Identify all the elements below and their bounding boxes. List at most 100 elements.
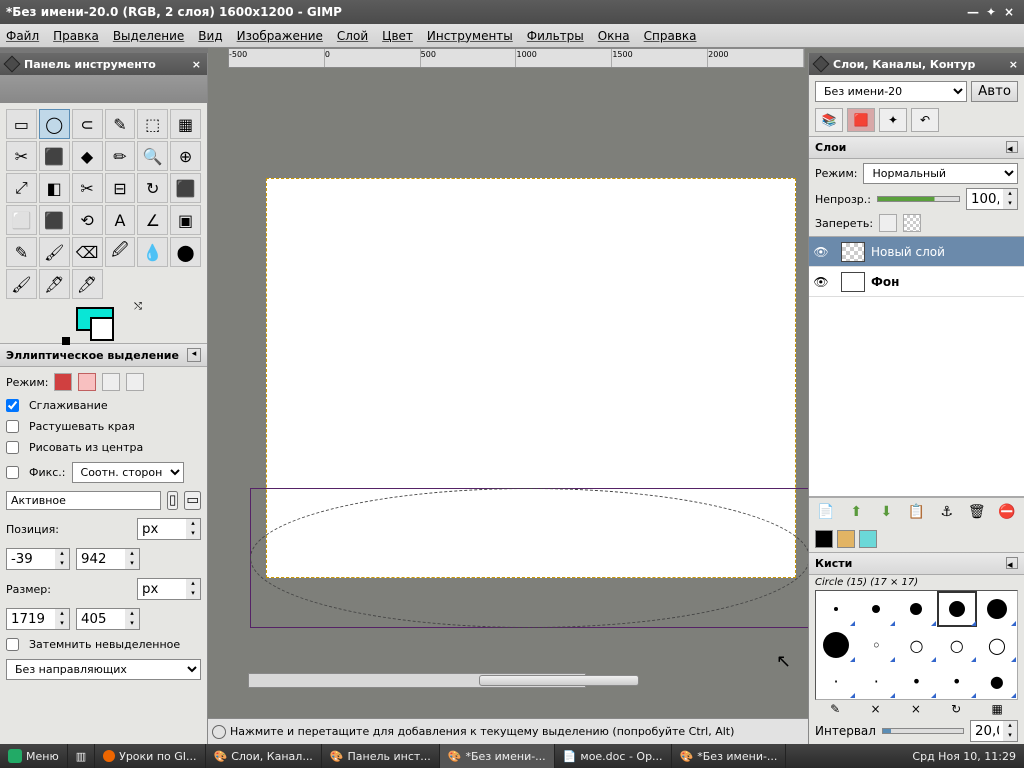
- size-w-input[interactable]: ▴▾: [6, 608, 70, 630]
- tool-button[interactable]: ⬛: [39, 205, 70, 235]
- tab-layers-icon[interactable]: 📚: [815, 108, 843, 132]
- anchor-layer-icon[interactable]: ⚓: [937, 502, 957, 522]
- menu-windows[interactable]: Окна: [598, 29, 630, 43]
- options-menu-icon[interactable]: ◂: [187, 348, 201, 362]
- menu-layer[interactable]: Слой: [337, 29, 368, 43]
- fixed-value-input[interactable]: [6, 491, 161, 510]
- brush-grid[interactable]: ◦○○◯ ··••●: [815, 590, 1018, 700]
- canvas[interactable]: ↖: [228, 68, 805, 703]
- tool-button[interactable]: ✎: [6, 237, 37, 267]
- fixed-select[interactable]: Соотн. сторон: [72, 462, 184, 483]
- raise-layer-icon[interactable]: ⬆: [846, 502, 866, 522]
- taskbar-item[interactable]: 📄мое.doc - Op...: [555, 744, 672, 768]
- visibility-icon[interactable]: 👁: [813, 275, 829, 289]
- menu-select[interactable]: Выделение: [113, 29, 184, 43]
- ellipse-selection[interactable]: [250, 488, 810, 628]
- layer-mode-select[interactable]: Нормальный: [863, 163, 1018, 184]
- tool-button[interactable]: ✏: [105, 141, 136, 171]
- tool-button[interactable]: A: [105, 205, 136, 235]
- tool-button[interactable]: ⬜: [6, 205, 37, 235]
- menu-image[interactable]: Изображение: [237, 29, 323, 43]
- tool-button[interactable]: ⬛: [170, 173, 201, 203]
- mode-subtract[interactable]: [102, 373, 120, 391]
- feather-checkbox[interactable]: Растушевать края: [6, 420, 201, 433]
- duplicate-layer-icon[interactable]: 📋: [906, 502, 926, 522]
- tool-button[interactable]: ⌫: [72, 237, 103, 267]
- tool-button[interactable]: ⤢: [6, 173, 37, 203]
- tool-button[interactable]: 💧: [137, 237, 168, 267]
- landscape-button[interactable]: ▭: [184, 491, 201, 510]
- tool-button[interactable]: ⊕: [170, 141, 201, 171]
- pattern-preview-icon[interactable]: [837, 530, 855, 548]
- tab-undo-icon[interactable]: ↶: [911, 108, 939, 132]
- tool-button[interactable]: ◆: [72, 141, 103, 171]
- menu-filters[interactable]: Фильтры: [527, 29, 584, 43]
- auto-button[interactable]: Авто: [971, 81, 1018, 102]
- layer-item[interactable]: 👁 Фон: [809, 267, 1024, 297]
- tool-button[interactable]: ▭: [6, 109, 37, 139]
- tool-button[interactable]: ↻: [137, 173, 168, 203]
- pos-x-input[interactable]: ▴▾: [6, 548, 70, 570]
- default-colors-icon[interactable]: [62, 337, 70, 345]
- pin-icon[interactable]: [813, 56, 830, 73]
- bg-color[interactable]: [90, 317, 114, 341]
- position-unit[interactable]: ▴▾: [137, 518, 201, 540]
- layers-close-icon[interactable]: ×: [1009, 58, 1018, 71]
- tool-button[interactable]: ⊂: [72, 109, 103, 139]
- tool-button[interactable]: ▣: [170, 205, 201, 235]
- taskbar-item[interactable]: 🎨Панель инст...: [322, 744, 440, 768]
- brush-x-icon[interactable]: ×: [870, 702, 880, 716]
- layer-item[interactable]: 👁 Новый слой: [809, 237, 1024, 267]
- brush-edit-icon[interactable]: ✎: [830, 702, 840, 716]
- antialias-checkbox[interactable]: Сглаживание: [6, 399, 201, 412]
- tool-button[interactable]: ⬚: [137, 109, 168, 139]
- horizontal-scrollbar[interactable]: [248, 673, 586, 688]
- new-layer-icon[interactable]: 📄: [816, 502, 836, 522]
- menu-edit[interactable]: Правка: [53, 29, 99, 43]
- layer-name[interactable]: Новый слой: [871, 245, 945, 259]
- lock-pixels-icon[interactable]: [879, 214, 897, 232]
- mode-replace[interactable]: [54, 373, 72, 391]
- taskbar-item[interactable]: 🎨*Без имени-...: [672, 744, 787, 768]
- tool-button[interactable]: ∠: [137, 205, 168, 235]
- pin-icon[interactable]: [4, 56, 21, 73]
- toolbox-close-icon[interactable]: ×: [192, 58, 201, 71]
- tool-button[interactable]: ▦: [170, 109, 201, 139]
- tool-button[interactable]: ✂: [72, 173, 103, 203]
- menu-tools[interactable]: Инструменты: [427, 29, 513, 43]
- lock-alpha-icon[interactable]: [903, 214, 921, 232]
- guides-select[interactable]: Без направляющих: [6, 659, 201, 680]
- tool-button[interactable]: 🖊: [72, 269, 103, 299]
- document-select[interactable]: Без имени-20: [815, 81, 967, 102]
- opacity-input[interactable]: ▴▾: [966, 188, 1018, 210]
- fixed-checkbox[interactable]: [6, 466, 19, 479]
- tool-button[interactable]: 🖌: [39, 237, 70, 267]
- tool-button[interactable]: ✂: [6, 141, 37, 171]
- tool-button[interactable]: ✎: [105, 109, 136, 139]
- maximize-button[interactable]: ✦: [982, 5, 1000, 19]
- interval-input[interactable]: ▴▾: [970, 720, 1018, 742]
- mode-add[interactable]: [78, 373, 96, 391]
- brush-x-icon[interactable]: ×: [911, 702, 921, 716]
- menu-view[interactable]: Вид: [198, 29, 222, 43]
- clock[interactable]: Срд Ноя 10, 11:29: [904, 750, 1024, 763]
- tool-button[interactable]: ◧: [39, 173, 70, 203]
- toolbox-header[interactable]: Панель инструменто ×: [0, 53, 207, 75]
- menu-color[interactable]: Цвет: [382, 29, 413, 43]
- visibility-icon[interactable]: 👁: [813, 245, 829, 259]
- size-unit[interactable]: ▴▾: [137, 578, 201, 600]
- brushes-menu-icon[interactable]: ◂: [1006, 557, 1018, 569]
- portrait-button[interactable]: ▯: [167, 491, 178, 510]
- layer-name[interactable]: Фон: [871, 275, 899, 289]
- tool-button[interactable]: ⟲: [72, 205, 103, 235]
- delete-layer-icon[interactable]: 🗑: [967, 502, 987, 522]
- menu-help[interactable]: Справка: [644, 29, 697, 43]
- scrollbar-thumb[interactable]: [479, 675, 639, 686]
- tab-paths-icon[interactable]: ✦: [879, 108, 907, 132]
- start-menu[interactable]: Меню: [0, 744, 68, 768]
- layers-header[interactable]: Слои, Каналы, Контур ×: [809, 53, 1024, 75]
- taskbar-item[interactable]: 🎨*Без имени-...: [440, 744, 555, 768]
- size-h-input[interactable]: ▴▾: [76, 608, 140, 630]
- tool-button[interactable]: ⬛: [39, 141, 70, 171]
- pos-y-input[interactable]: ▴▾: [76, 548, 140, 570]
